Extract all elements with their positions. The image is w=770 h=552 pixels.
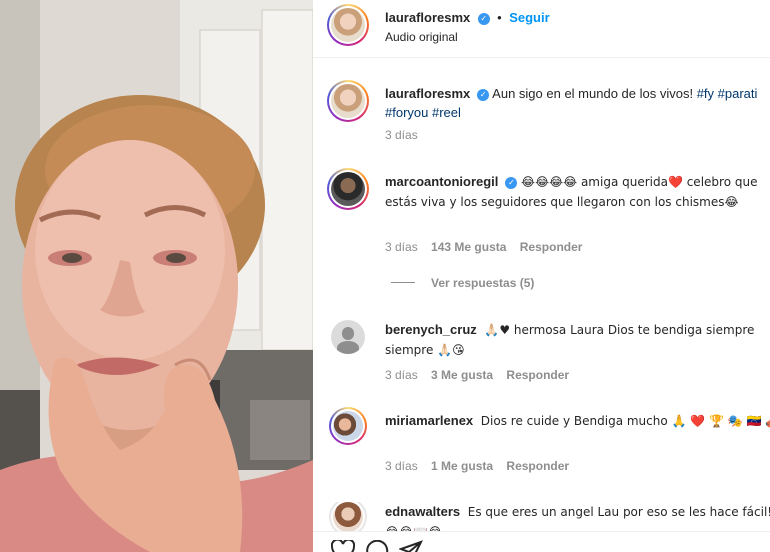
caption-meta: 3 días bbox=[385, 128, 428, 142]
comment-item: miriamarlenex Dios re cuide y Bendiga mu… bbox=[313, 407, 770, 481]
verified-badge-icon: ✓ bbox=[505, 177, 518, 189]
separator-dot: • bbox=[497, 10, 502, 25]
post-video-frame bbox=[0, 0, 313, 552]
comment-time[interactable]: 3 días bbox=[385, 240, 418, 254]
comment-item: berenych_cruz 🙏🏻♥ hermosa Laura Dios te … bbox=[313, 320, 770, 390]
comment-text-block: miriamarlenex Dios re cuide y Bendiga mu… bbox=[385, 411, 770, 431]
default-avatar-icon[interactable] bbox=[331, 320, 365, 354]
follow-button[interactable]: Seguir bbox=[509, 10, 549, 25]
commenter-avatar[interactable] bbox=[329, 502, 367, 532]
reply-button[interactable]: Responder bbox=[506, 368, 569, 382]
author-avatar[interactable] bbox=[327, 4, 369, 46]
comment-text-block: marcoantonioregil ✓ 😂😂😂😂 amiga querida❤️ … bbox=[385, 172, 770, 212]
header-user-line: laurafloresmx ✓ • Seguir bbox=[385, 9, 550, 27]
caption: laurafloresmx ✓ Aun sigo en el mundo de l… bbox=[313, 80, 770, 144]
view-replies-button[interactable]: Ver respuestas (5) bbox=[391, 276, 534, 290]
reply-button[interactable]: Responder bbox=[506, 459, 569, 473]
comment-icon[interactable] bbox=[365, 540, 389, 552]
comment-item: marcoantonioregil ✓ 😂😂😂😂 amiga querida❤️ … bbox=[313, 168, 770, 282]
heart-icon[interactable] bbox=[331, 540, 355, 552]
post-sidebar: laurafloresmx ✓ • Seguir Audio original … bbox=[313, 0, 770, 552]
share-icon[interactable] bbox=[399, 540, 423, 552]
view-replies-label: Ver respuestas (5) bbox=[431, 276, 535, 290]
comment-meta: 3 días 143 Me gusta Responder bbox=[385, 240, 592, 254]
comment-username[interactable]: marcoantonioregil bbox=[385, 174, 498, 189]
caption-username[interactable]: laurafloresmx bbox=[385, 86, 470, 101]
caption-time[interactable]: 3 días bbox=[385, 128, 418, 142]
audio-label[interactable]: Audio original bbox=[385, 30, 458, 44]
commenter-avatar[interactable] bbox=[329, 407, 367, 445]
comment-time[interactable]: 3 días bbox=[385, 459, 418, 473]
post-media[interactable] bbox=[0, 0, 313, 552]
verified-badge-icon: ✓ bbox=[477, 89, 490, 101]
comment-text: Dios re cuide y Bendiga mucho 🙏 ❤️ 🏆 🎭 🇻… bbox=[480, 414, 770, 428]
comment-username[interactable]: ednawalters bbox=[385, 504, 460, 519]
comment-meta: 3 días 1 Me gusta Responder bbox=[385, 459, 579, 473]
post-header: laurafloresmx ✓ • Seguir Audio original bbox=[313, 0, 770, 58]
caption-text-block: laurafloresmx ✓ Aun sigo en el mundo de l… bbox=[385, 84, 770, 122]
reply-button[interactable]: Responder bbox=[520, 240, 583, 254]
commenter-avatar[interactable] bbox=[327, 168, 369, 210]
comment-username[interactable]: berenych_cruz bbox=[385, 322, 477, 337]
comment-likes[interactable]: 1 Me gusta bbox=[431, 459, 493, 473]
comment-text-block: berenych_cruz 🙏🏻♥ hermosa Laura Dios te … bbox=[385, 320, 770, 360]
comment-time[interactable]: 3 días bbox=[385, 368, 418, 382]
comment-meta: 3 días 3 Me gusta Responder bbox=[385, 368, 579, 382]
comment-text-block: ednawalters Es que eres un angel Lau por… bbox=[385, 502, 770, 532]
verified-badge-icon: ✓ bbox=[477, 13, 490, 25]
caption-text: Aun sigo en el mundo de los vivos! bbox=[492, 86, 694, 101]
comment-username[interactable]: miriamarlenex bbox=[385, 413, 473, 428]
comment-item: ednawalters Es que eres un angel Lau por… bbox=[313, 502, 770, 532]
author-username[interactable]: laurafloresmx bbox=[385, 10, 470, 25]
replies-divider-line bbox=[391, 282, 415, 283]
post-action-bar bbox=[313, 531, 770, 552]
comment-likes[interactable]: 3 Me gusta bbox=[431, 368, 493, 382]
caption-avatar[interactable] bbox=[327, 80, 369, 122]
comment-likes[interactable]: 143 Me gusta bbox=[431, 240, 506, 254]
